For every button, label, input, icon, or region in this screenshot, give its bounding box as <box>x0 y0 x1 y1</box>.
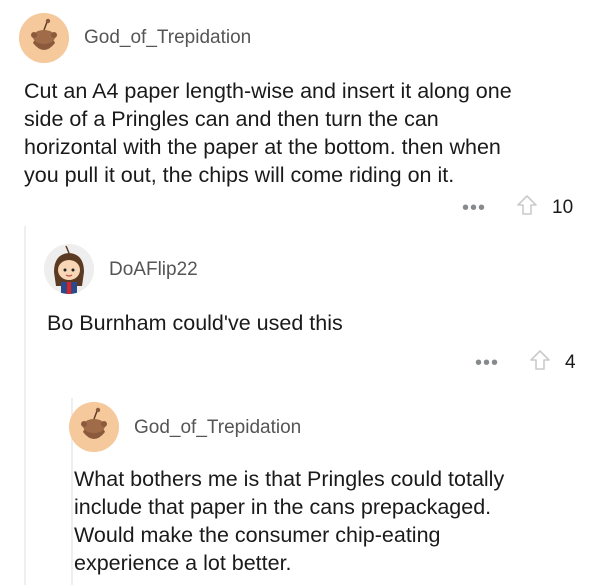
snoo-avatar-icon <box>69 402 119 452</box>
avatar[interactable] <box>19 13 69 63</box>
avatar[interactable] <box>44 244 94 294</box>
vote-score: 10 <box>552 196 574 218</box>
girl-avatar-icon <box>44 244 94 294</box>
vote-score: 4 <box>565 351 576 373</box>
comment-body-line: Cut an A4 paper length-wise and insert i… <box>24 79 512 103</box>
snoo-avatar-icon <box>19 13 69 63</box>
comment-body-line: Would make the consumer chip-eating <box>74 523 441 547</box>
more-options-icon[interactable]: ••• <box>462 198 486 218</box>
comment-body: Cut an A4 paper length-wise and insert i… <box>24 77 584 189</box>
comment-body-line: include that paper in the cans prepackag… <box>74 495 492 519</box>
comment-actions: ••• 10 <box>462 194 573 221</box>
comment-body-line: you pull it out, the chips will come rid… <box>24 163 455 187</box>
comment-body-line: side of a Pringles can and then turn the… <box>24 107 439 131</box>
comment-body-line: Bo Burnham could've used this <box>47 311 343 335</box>
comment-body-line: horizontal with the paper at the bottom.… <box>24 135 501 159</box>
comment-body-line: What bothers me is that Pringles could t… <box>74 467 505 491</box>
avatar[interactable] <box>69 402 119 452</box>
comment-body: What bothers me is that Pringles could t… <box>74 465 589 577</box>
comment-username[interactable]: God_of_Trepidation <box>134 417 301 439</box>
upvote-icon[interactable] <box>529 349 551 376</box>
comment-body: Bo Burnham could've used this <box>47 309 577 337</box>
comment-body-line: experience a lot better. <box>74 551 292 575</box>
more-options-icon[interactable]: ••• <box>475 353 499 373</box>
comment-username[interactable]: God_of_Trepidation <box>84 27 251 49</box>
upvote-icon[interactable] <box>516 194 538 221</box>
thread-line-level-1[interactable] <box>24 226 26 585</box>
comment-actions: ••• 4 <box>475 349 576 376</box>
comment-username[interactable]: DoAFlip22 <box>109 259 198 281</box>
